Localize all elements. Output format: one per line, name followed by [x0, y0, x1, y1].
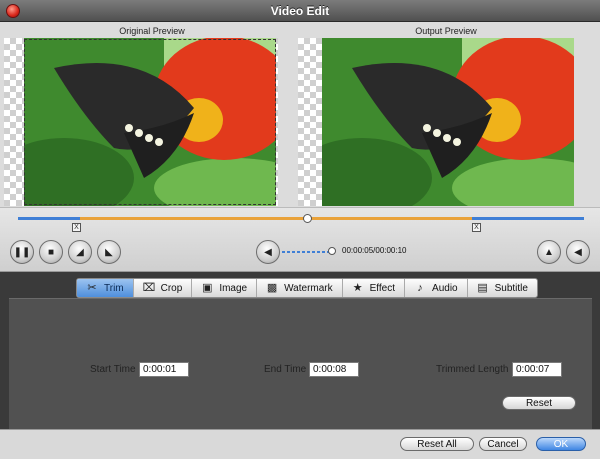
- tab-subtitle-label: Subtitle: [494, 282, 528, 294]
- window-title: Video Edit: [270, 4, 330, 18]
- trimmed-length-input[interactable]: [512, 362, 562, 377]
- trim-start-handle[interactable]: X: [72, 223, 81, 232]
- pause-icon: ❚❚: [13, 246, 31, 258]
- volume-knob[interactable]: [328, 247, 336, 255]
- tab-effect[interactable]: ★ Effect: [343, 279, 406, 297]
- tab-image-label: Image: [219, 282, 248, 294]
- volume-button[interactable]: ◀: [256, 240, 280, 264]
- tab-trim-label: Trim: [104, 282, 124, 294]
- original-preview-panel: [4, 38, 278, 206]
- playback-controls: X X ❚❚ ■ ◢ ◣ ◀ 00:00:05/00:00:10 ▲ ◀: [0, 208, 600, 272]
- set-end-button[interactable]: ◣: [97, 240, 121, 264]
- original-preview-label: Original Preview: [119, 26, 185, 36]
- crop-icon: ⌧: [142, 281, 156, 294]
- end-time-label: End Time: [264, 364, 307, 375]
- scissors-icon: ✂: [87, 281, 97, 294]
- flip-horizontal-button[interactable]: ▲: [537, 240, 561, 264]
- edit-tab-bar: ✂ Trim ⌧ Crop ▣ Image ▩ Watermark ★ Effe…: [76, 278, 538, 298]
- tab-audio[interactable]: ♪ Audio: [405, 279, 468, 297]
- start-time-label: Start Time: [90, 364, 136, 375]
- original-preview-image: [24, 38, 276, 206]
- trimmed-length-label: Trimmed Length: [436, 364, 509, 375]
- music-note-icon: ♪: [417, 281, 423, 294]
- stop-icon: ■: [47, 246, 55, 258]
- output-preview-image: [322, 38, 574, 206]
- tab-watermark-label: Watermark: [284, 282, 333, 294]
- output-preview-label: Output Preview: [415, 26, 477, 36]
- pause-button[interactable]: ❚❚: [10, 240, 34, 264]
- reset-all-button[interactable]: Reset All: [400, 437, 474, 451]
- preview-area: Original Preview Output Preview: [0, 22, 600, 208]
- tab-trim[interactable]: ✂ Trim: [77, 279, 134, 297]
- flip-horizontal-icon: ▲: [544, 246, 554, 258]
- star-icon: ★: [352, 281, 363, 294]
- subtitle-icon: ▤: [477, 281, 488, 294]
- watermark-icon: ▩: [266, 281, 278, 294]
- cancel-button[interactable]: Cancel: [479, 437, 527, 451]
- tab-crop-label: Crop: [160, 282, 183, 294]
- tab-watermark[interactable]: ▩ Watermark: [257, 279, 343, 297]
- ok-button[interactable]: OK: [536, 437, 586, 451]
- tab-crop[interactable]: ⌧ Crop: [134, 279, 193, 297]
- tab-image[interactable]: ▣ Image: [192, 279, 258, 297]
- image-icon: ▣: [202, 281, 213, 294]
- tab-audio-label: Audio: [432, 282, 458, 294]
- timecode: 00:00:05/00:00:10: [342, 246, 407, 255]
- set-start-button[interactable]: ◢: [68, 240, 92, 264]
- flip-vertical-icon: ◀: [574, 246, 582, 258]
- flip-vertical-button[interactable]: ◀: [566, 240, 590, 264]
- tab-subtitle[interactable]: ▤ Subtitle: [468, 279, 537, 297]
- output-preview-panel: [298, 38, 574, 206]
- trim-selection: [80, 217, 472, 220]
- stop-button[interactable]: ■: [39, 240, 63, 264]
- trim-end-handle[interactable]: X: [472, 223, 481, 232]
- start-time-input[interactable]: [139, 362, 189, 377]
- mark-out-icon: ◣: [105, 246, 113, 258]
- tab-effect-label: Effect: [369, 282, 396, 294]
- title-bar: Video Edit: [0, 0, 600, 22]
- end-time-input[interactable]: [309, 362, 359, 377]
- reset-button[interactable]: Reset: [502, 396, 576, 410]
- mark-in-icon: ◢: [76, 246, 84, 258]
- volume-slider[interactable]: [282, 251, 332, 253]
- speaker-icon: ◀: [264, 246, 272, 258]
- playhead-knob[interactable]: [303, 214, 312, 223]
